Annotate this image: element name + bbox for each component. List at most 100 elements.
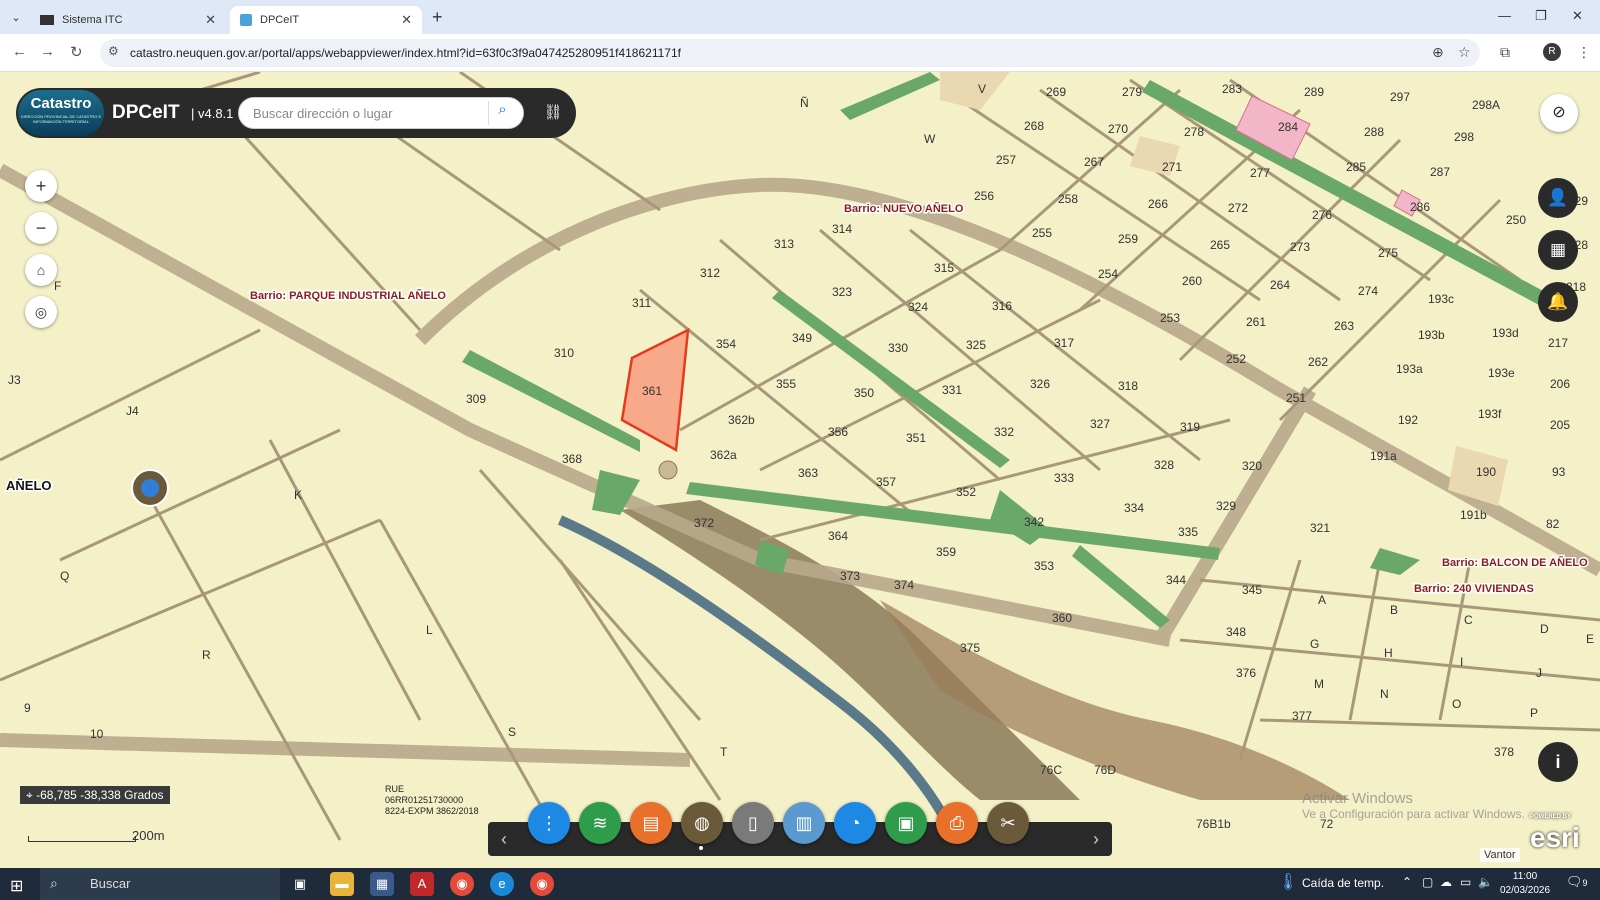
lot-label[interactable]: G (1310, 637, 1319, 651)
lot-label[interactable]: 277 (1250, 166, 1270, 180)
lot-label[interactable]: 318 (1118, 379, 1138, 393)
lot-label[interactable]: 205 (1550, 418, 1570, 432)
more-options-icon[interactable]: ⋮ (528, 802, 570, 844)
lot-label[interactable]: 329 (1216, 499, 1236, 513)
lot-label[interactable]: 10 (90, 727, 104, 741)
map-search-icon[interactable]: ◔ (834, 802, 876, 844)
chevron-right-icon[interactable]: › (1082, 822, 1110, 856)
close-window-icon[interactable]: ✕ (1572, 8, 1583, 24)
back-icon[interactable]: ← (12, 43, 27, 60)
measure-tools-icon[interactable]: ✂ (987, 802, 1029, 844)
lot-label[interactable]: 271 (1162, 160, 1182, 174)
legend-icon[interactable]: ▤ (630, 802, 672, 844)
lot-label[interactable]: 273 (1290, 240, 1310, 254)
lot-label[interactable]: 193b (1418, 328, 1445, 342)
lot-label[interactable]: 374 (894, 578, 914, 592)
lot-label[interactable]: 316 (992, 299, 1012, 313)
lot-label[interactable]: 362a (710, 448, 737, 462)
lot-label[interactable]: 362b (728, 413, 755, 427)
lot-label[interactable]: 345 (1242, 583, 1262, 597)
minimize-icon[interactable]: — (1498, 8, 1511, 23)
basemap-grid-icon[interactable]: ▦ (1538, 230, 1578, 270)
lot-label[interactable]: 191a (1370, 449, 1397, 463)
lot-label[interactable]: 377 (1292, 709, 1312, 723)
lot-label[interactable]: J3 (8, 373, 21, 387)
lot-label[interactable]: 76C (1040, 763, 1062, 777)
layers-icon[interactable]: ≋ (579, 802, 621, 844)
lot-label[interactable]: 378 (1494, 745, 1514, 759)
lot-label[interactable]: 325 (966, 338, 986, 352)
lot-label[interactable]: 270 (1108, 122, 1128, 136)
lot-label[interactable]: 191b (1460, 508, 1487, 522)
lot-label[interactable]: B (1390, 603, 1398, 617)
lot-label[interactable]: 314 (832, 222, 852, 236)
lot-label[interactable]: V (978, 82, 986, 96)
lot-label[interactable]: 190 (1476, 465, 1496, 479)
close-tab-icon[interactable]: ✕ (205, 12, 216, 28)
lot-label[interactable]: 252 (1226, 352, 1246, 366)
lot-label[interactable]: 82 (1546, 517, 1560, 531)
tab-sistema-itc[interactable]: Sistema ITC ✕ (30, 6, 226, 34)
lot-label[interactable]: 331 (942, 383, 962, 397)
lot-label[interactable]: 278 (1184, 125, 1204, 139)
lot-label[interactable]: 193e (1488, 366, 1515, 380)
lot-label[interactable]: 285 (1346, 160, 1366, 174)
lot-label[interactable]: 342 (1024, 515, 1044, 529)
lot-label[interactable]: W (924, 132, 936, 146)
lot-label[interactable]: 320 (1242, 459, 1262, 473)
lot-label[interactable]: 9 (24, 701, 31, 715)
zoom-icon[interactable]: ⊕ (1432, 44, 1444, 61)
system-clock[interactable]: 11:00 02/03/2026 (1500, 870, 1550, 898)
lot-label[interactable]: 317 (1054, 336, 1074, 350)
lot-label[interactable]: 93 (1552, 465, 1566, 479)
lot-label[interactable]: F (54, 279, 61, 293)
tab-search-dropdown[interactable]: ⌄ (6, 8, 26, 28)
lot-label[interactable]: 313 (774, 237, 794, 251)
lot-label[interactable]: 327 (1090, 417, 1110, 431)
lot-label[interactable]: 375 (960, 641, 980, 655)
lot-label[interactable]: 193a (1396, 362, 1423, 376)
onedrive-icon[interactable]: ☁ (1440, 875, 1452, 889)
lot-label[interactable]: 353 (1034, 559, 1054, 573)
lot-label[interactable]: 312 (700, 266, 720, 280)
edge-icon[interactable]: e (490, 872, 514, 896)
lot-label[interactable]: 261 (1246, 315, 1266, 329)
tab-dpceit[interactable]: DPCeIT ✕ (230, 6, 422, 34)
lot-label[interactable]: E (1586, 632, 1594, 646)
lot-label[interactable]: 310 (554, 346, 574, 360)
lot-label[interactable]: 373 (840, 569, 860, 583)
lot-label[interactable]: 254 (1098, 267, 1118, 281)
lot-label[interactable]: 315 (934, 261, 954, 275)
chevron-left-icon[interactable]: ‹ (490, 822, 518, 856)
lot-label[interactable]: 253 (1160, 311, 1180, 325)
lot-label[interactable]: 256 (974, 189, 994, 203)
lot-label[interactable]: Q (60, 569, 69, 583)
lot-label[interactable]: 284 (1278, 120, 1298, 134)
zoom-in-button[interactable]: + (25, 170, 57, 202)
lot-label[interactable]: 193c (1428, 292, 1454, 306)
lot-label[interactable]: 297 (1390, 90, 1410, 104)
lot-label[interactable]: 309 (466, 392, 486, 406)
lot-label[interactable]: 334 (1124, 501, 1144, 515)
lot-label[interactable]: 319 (1180, 420, 1200, 434)
lot-label[interactable]: 272 (1228, 201, 1248, 215)
lot-label[interactable]: Ñ (800, 96, 809, 110)
weather-text[interactable]: Caída de temp. (1302, 876, 1384, 890)
print-icon[interactable]: ⎙ (936, 802, 978, 844)
lot-label[interactable]: 354 (716, 337, 736, 351)
lot-label[interactable]: 263 (1334, 319, 1354, 333)
lot-label[interactable]: D (1540, 622, 1549, 636)
lot-label[interactable]: 357 (876, 475, 896, 489)
lot-label[interactable]: 217 (1548, 336, 1568, 350)
lot-label[interactable]: 376 (1236, 666, 1256, 680)
locate-icon[interactable]: ◎ (25, 296, 57, 328)
lot-label[interactable]: 349 (792, 331, 812, 345)
lot-label[interactable]: 192 (1398, 413, 1418, 427)
lot-label[interactable]: 76D (1094, 763, 1116, 777)
lot-label[interactable]: 332 (994, 425, 1014, 439)
lot-label[interactable]: J (1536, 666, 1542, 680)
notification-bell-icon[interactable]: 🔔 (1538, 282, 1578, 322)
building-icon[interactable]: ▥ (783, 802, 825, 844)
lot-label[interactable]: R (202, 648, 211, 662)
chrome-icon[interactable]: ◉ (450, 872, 474, 896)
